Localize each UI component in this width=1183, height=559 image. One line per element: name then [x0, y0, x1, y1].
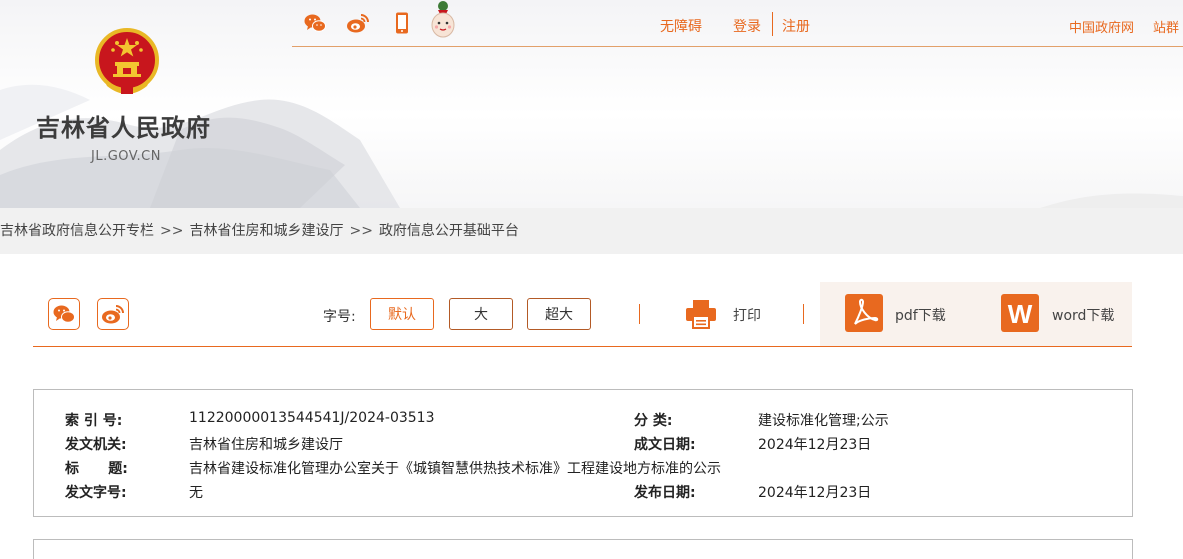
wechat-icon[interactable]: [303, 11, 327, 35]
station-group-link[interactable]: 站群: [1153, 17, 1179, 36]
word-download-button[interactable]: word下载: [1052, 305, 1114, 325]
breadcrumb-item-housing-dept[interactable]: 吉林省住房和城乡建设厅: [189, 208, 343, 254]
publish-date-label: 发布日期:: [634, 485, 696, 501]
category-label: 分 类:: [634, 413, 673, 429]
title-label: 标 题:: [65, 461, 128, 477]
breadcrumb-item-info-column[interactable]: 吉林省政府信息公开专栏: [0, 208, 154, 254]
written-date-label: 成文日期:: [634, 437, 696, 453]
issuer-value: 吉林省住房和城乡建设厅: [189, 437, 343, 453]
publish-date-value: 2024年12月23日: [758, 485, 872, 501]
share-wechat-button[interactable]: [48, 298, 80, 330]
download-panel: pdf下载 W word下载: [820, 282, 1132, 346]
issuer-label: 发文机关:: [65, 437, 127, 453]
word-icon[interactable]: W: [1001, 294, 1039, 332]
share-weibo-button[interactable]: [97, 298, 129, 330]
font-size-default-button[interactable]: 默认: [370, 298, 434, 330]
category-value: 建设标准化管理;公示: [758, 413, 889, 429]
toolbar-divider: [803, 304, 804, 324]
article-toolbar: 字号: 默认 大 超大 打印 pdf下载 W word下载: [33, 282, 1132, 347]
pdf-icon[interactable]: [845, 294, 883, 332]
breadcrumb-separator: >>: [160, 223, 184, 239]
mascot-icon[interactable]: [428, 0, 458, 40]
toolbar-divider: [639, 304, 640, 324]
svg-text:W: W: [1008, 299, 1033, 329]
site-domain: JL.GOV.CN: [91, 149, 161, 164]
breadcrumb-item-info-platform[interactable]: 政府信息公开基础平台: [379, 208, 519, 254]
register-link[interactable]: 注册: [782, 16, 810, 36]
index-number-label: 索 引 号:: [65, 413, 123, 429]
wechat-icon: [53, 305, 75, 323]
login-register-divider: [772, 12, 773, 36]
font-size-large-button[interactable]: 大: [449, 298, 513, 330]
print-button[interactable]: 打印: [733, 305, 761, 325]
index-number-value: 11220000013544541J/2024-03513: [189, 410, 435, 426]
breadcrumb-separator: >>: [349, 223, 373, 239]
font-size-xlarge-button[interactable]: 超大: [527, 298, 591, 330]
national-emblem-icon: [95, 28, 159, 94]
pdf-download-button[interactable]: pdf下载: [895, 305, 946, 325]
written-date-value: 2024年12月23日: [758, 437, 872, 453]
font-size-label: 字号:: [323, 309, 356, 325]
article-content-box: [33, 539, 1133, 559]
gov-portal-link[interactable]: 中国政府网: [1069, 17, 1134, 36]
document-info-table: 索 引 号: 11220000013544541J/2024-03513 分 类…: [33, 389, 1133, 517]
weibo-icon: [102, 305, 124, 324]
mountain-background: [0, 84, 1183, 208]
site-header: 吉林省人民政府 JL.GOV.CN 无障碍 登录 注册 中国政府网 站群: [0, 0, 1183, 208]
login-link[interactable]: 登录: [733, 16, 761, 36]
weibo-icon[interactable]: [346, 11, 370, 35]
document-number-label: 发文字号:: [65, 485, 127, 501]
breadcrumb: 吉林省政府信息公开专栏 >> 吉林省住房和城乡建设厅 >> 政府信息公开基础平台: [0, 208, 1183, 254]
printer-icon[interactable]: [684, 297, 718, 331]
document-number-value: 无: [189, 485, 203, 501]
site-title: 吉林省人民政府: [36, 114, 211, 142]
topbar-divider: [292, 46, 1183, 47]
accessibility-link[interactable]: 无障碍: [660, 16, 702, 36]
mobile-icon[interactable]: [390, 11, 414, 35]
title-value: 吉林省建设标准化管理办公室关于《城镇智慧供热技术标准》工程建设地方标准的公示: [189, 461, 721, 477]
